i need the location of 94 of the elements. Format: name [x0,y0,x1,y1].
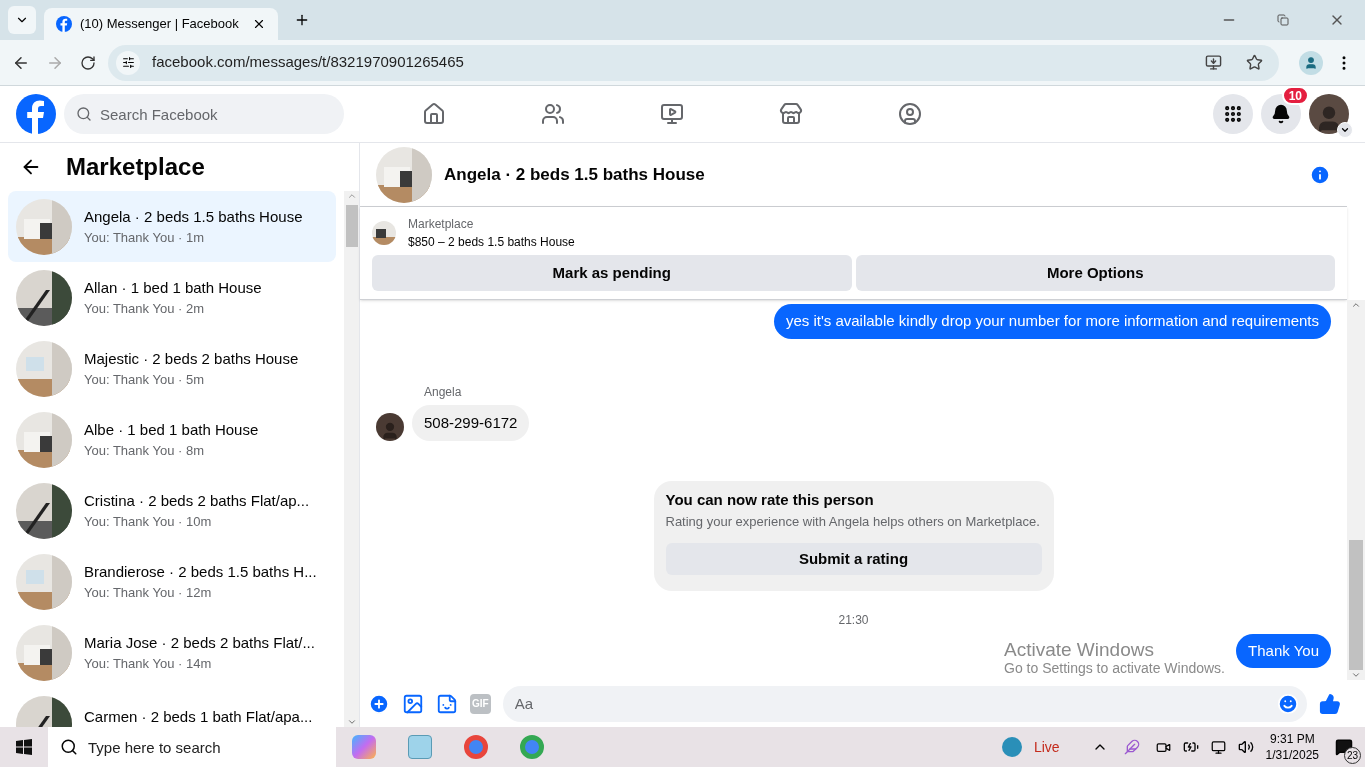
marketplace-icon[interactable] [779,102,803,126]
home-icon[interactable] [422,102,446,126]
close-icon[interactable] [252,17,266,31]
conversation-title: Majestic · 2 beds 2 baths House [84,348,299,369]
live-label[interactable]: Live [1033,736,1060,758]
windows-start-icon[interactable] [16,739,32,755]
search-icon [60,738,78,756]
profile-icon[interactable] [1299,50,1323,75]
conversation-item[interactable]: Maria Jose · 2 beds 2 baths Flat/... You: Thank You · 14m [8,617,336,688]
notification-count: 23 [1343,747,1361,764]
site-settings-icon[interactable] [116,50,140,75]
conversation-preview: You: Thank You · 10m [84,513,213,531]
conversation-item[interactable]: Allan · 1 bed 1 bath House You: Thank You · 2m [8,262,336,333]
scroll-thumb[interactable] [345,205,358,247]
add-icon[interactable] [368,692,390,715]
clock[interactable]: 9:31 PM 1/31/2025 [1265,731,1319,763]
message-field[interactable]: Aa [502,685,1307,722]
address-bar[interactable]: facebook.com/messages/t/8321970901265465 [108,44,1279,81]
conversation-item[interactable]: Cristina · 2 beds 2 baths Flat/ap... You: Thank You · 10m [8,475,336,546]
rating-text: Rating your experience with Angela helps others on Marketplace. [665,512,1041,531]
listing-title: $850 – 2 beds 1.5 baths House [408,234,575,251]
grid-icon [1223,104,1243,124]
video-icon[interactable] [660,102,684,126]
like-icon[interactable] [1319,692,1341,715]
network-icon[interactable] [1210,739,1226,755]
menu-button[interactable] [1213,94,1253,134]
conversation-title: Brandierose · 2 beds 1.5 baths H... [84,561,317,582]
bookmark-icon[interactable] [1246,54,1263,71]
conversation-title: Maria Jose · 2 beds 2 baths Flat/... [84,632,315,653]
conversation-title: Albe · 1 bed 1 bath House [84,419,259,440]
conversation-item[interactable]: Majestic · 2 beds 2 baths House You: Thank You · 5m [8,333,336,404]
conversation-title: Carmen · 2 beds 1 bath Flat/apa... [84,707,313,727]
scroll-thumb[interactable] [1349,540,1363,670]
notification-badge: 10 [1281,86,1309,105]
clock-date: 1/31/2025 [1265,747,1319,763]
info-icon[interactable] [1309,163,1331,186]
conversation-item[interactable]: Albe · 1 bed 1 bath House You: Thank You · 8m [8,404,336,475]
pen-icon[interactable] [1123,739,1140,755]
rating-title: You can now rate this person [665,490,875,510]
search-field[interactable]: Search Facebook [64,94,344,134]
activation-text: Go to Settings to activate Windows. [1004,660,1225,677]
reload-icon[interactable] [80,54,96,71]
timestamp: 21:30 [838,612,869,629]
tab-title: (10) Messenger | Facebook [80,15,240,34]
live-icon[interactable] [1001,737,1022,757]
browser-tab[interactable]: (10) Messenger | Facebook [44,8,278,40]
chrome-icon[interactable] [464,735,488,759]
account-menu-icon[interactable] [1337,122,1353,138]
chrome-icon[interactable] [520,735,544,759]
friends-icon[interactable] [541,102,565,126]
activation-title: Activate Windows [1004,640,1154,660]
conversation-preview: You: Thank You · 1m [84,229,205,247]
photo-icon[interactable] [402,692,424,715]
submit-rating-button[interactable]: Submit a rating [665,543,1042,575]
url-text: facebook.com/messages/t/8321970901265465 [152,52,465,73]
conversation-title: Angela · 2 beds 1.5 baths House [84,206,303,227]
facebook-logo-icon[interactable] [16,94,56,134]
sticker-icon[interactable] [436,692,458,715]
groups-icon[interactable] [898,102,922,126]
conversation-preview: You: Thank You · 8m [84,442,205,460]
bell-icon [1271,104,1291,124]
conversation-preview: You: Thank You · 12m [84,584,213,602]
listing-label: Marketplace [408,216,475,233]
profile-avatar[interactable] [1309,94,1349,134]
search-icon [76,106,92,122]
scroll-down-icon[interactable] [1351,670,1361,680]
taskbar-search-field[interactable]: Type here to search [48,727,336,767]
chat-title: Angela · 2 beds 1.5 baths House [444,163,705,186]
sender-avatar [376,413,404,441]
sender-name: Angela [424,383,463,401]
conversation-item[interactable]: Angela · 2 beds 1.5 baths House You: Thank You · 1m [8,191,336,262]
outgoing-message: yes it's available kindly drop your number for more information and requirements [773,304,1331,339]
listing-action-button[interactable]: Mark as pending [372,255,852,291]
battery-icon[interactable] [1182,739,1199,755]
scroll-up-icon[interactable] [1351,300,1361,310]
restore-icon[interactable] [1277,14,1289,26]
scroll-down-icon[interactable] [346,717,357,727]
conversation-preview: You: Thank You · 5m [84,371,205,389]
install-icon[interactable] [1205,54,1222,71]
incoming-message: 508-299-6172 [412,404,530,441]
scrollbar[interactable] [344,191,359,727]
conversation-preview: You: Thank You · 2m [84,300,205,318]
sidebar-title: Marketplace [66,152,205,182]
clock-time: 9:31 PM [1269,731,1315,747]
volume-icon[interactable] [1237,739,1254,755]
conversation-preview: You: Thank You · 14m [84,655,213,673]
listing-action-button[interactable]: More Options [855,255,1335,291]
new-tab-icon[interactable] [294,12,310,28]
conversation-item[interactable]: Brandierose · 2 beds 1.5 baths H... You: Thank You · 12m [8,546,336,617]
outgoing-message: Thank You [1236,633,1331,668]
facebook-logo-icon [56,16,72,32]
conversation-title: Cristina · 2 beds 2 baths Flat/ap... [84,490,310,511]
scrollbar[interactable] [1347,300,1365,680]
conversation-title: Allan · 1 bed 1 bath House [84,277,262,298]
